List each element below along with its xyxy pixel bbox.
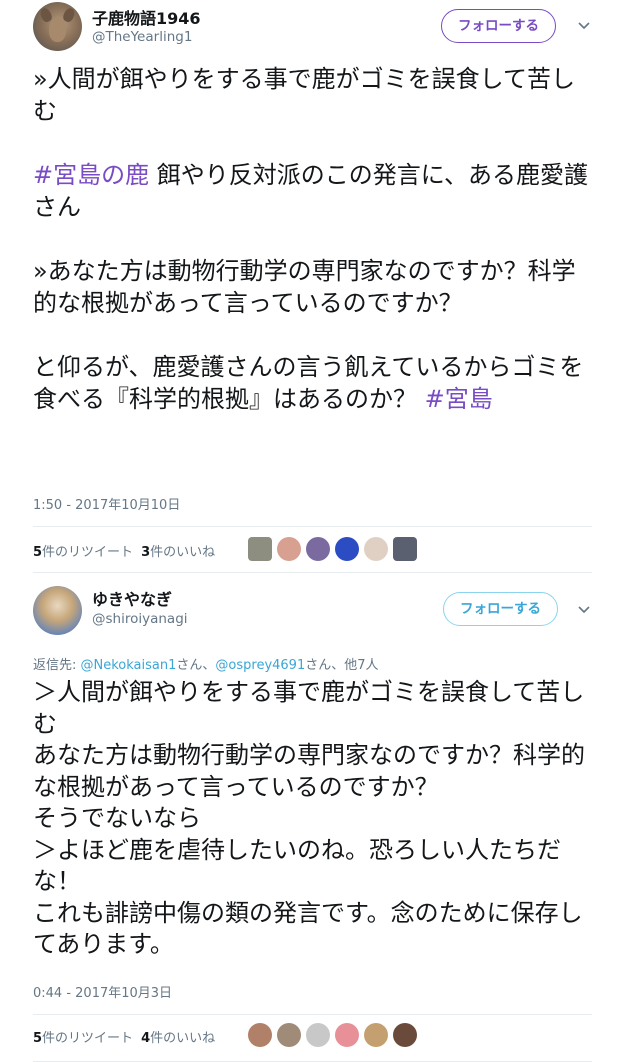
liker-avatar[interactable] xyxy=(277,1023,301,1047)
liker-avatar[interactable] xyxy=(248,1023,272,1047)
liker-avatar[interactable] xyxy=(306,537,330,561)
tweet-text: »人間が餌やりをする事で鹿がゴミを誤食して苦しむ #宮島の鹿 餌やり反対派のこの… xyxy=(33,63,593,415)
retweet-label[interactable]: 件のリツイート xyxy=(42,1031,133,1046)
reply-separator: さん、 xyxy=(176,658,216,673)
divider xyxy=(33,1014,592,1015)
like-count[interactable]: 3 xyxy=(141,545,150,560)
liker-avatar[interactable] xyxy=(248,537,272,561)
liker-avatar[interactable] xyxy=(364,537,388,561)
tweet-text-segment: »人間が餌やりをする事で鹿がゴミを誤食して苦しむ xyxy=(33,65,575,125)
liker-avatar[interactable] xyxy=(335,537,359,561)
avatar-face xyxy=(49,18,66,42)
tweet-stats: 5件のリツイート 4件のいいね xyxy=(33,1027,215,1046)
liker-avatar[interactable] xyxy=(335,1023,359,1047)
tweet-text: ＞人間が餌やりをする事で鹿がゴミを誤食して苦しむ あなた方は動物行動学の専門家な… xyxy=(33,678,585,958)
liker-avatar[interactable] xyxy=(306,1023,330,1047)
display-name[interactable]: 子鹿物語1946 xyxy=(92,5,201,29)
avatar[interactable] xyxy=(33,586,82,635)
like-label[interactable]: 件のいいね xyxy=(150,545,215,560)
chevron-down-icon[interactable] xyxy=(578,20,590,32)
like-label[interactable]: 件のいいね xyxy=(150,1031,215,1046)
liker-avatar[interactable] xyxy=(277,537,301,561)
hashtag-link[interactable]: #宮島 xyxy=(425,385,493,413)
reply-others[interactable]: さん、他7人 xyxy=(305,658,378,673)
avatar[interactable] xyxy=(33,2,82,51)
liker-avatar[interactable] xyxy=(393,537,417,561)
retweet-label[interactable]: 件のリツイート xyxy=(42,545,133,560)
timestamp[interactable]: 1:50 - 2017年10月10日 xyxy=(33,494,180,513)
divider xyxy=(33,526,592,527)
mention-link[interactable]: @Nekokaisan1 xyxy=(81,658,177,673)
reply-context: 返信先: @Nekokaisan1さん、@osprey4691さん、他7人 xyxy=(33,654,379,673)
follow-button[interactable]: フォローする xyxy=(443,592,558,626)
timestamp[interactable]: 0:44 - 2017年10月3日 xyxy=(33,982,172,1001)
mention-link[interactable]: @osprey4691 xyxy=(215,658,305,673)
tweet-text-segment: 餌やり反対派のこの発言に、ある鹿愛護さん »あなた方は動物行動学の専門家なのです… xyxy=(33,161,589,413)
follow-button[interactable]: フォローする xyxy=(441,9,556,43)
user-handle[interactable]: @shiroiyanagi xyxy=(92,611,188,627)
reply-prefix: 返信先: xyxy=(33,658,81,673)
retweet-count[interactable]: 5 xyxy=(33,545,42,560)
display-name[interactable]: ゆきやなぎ xyxy=(92,586,172,610)
like-count[interactable]: 4 xyxy=(141,1031,150,1046)
chevron-down-icon[interactable] xyxy=(578,604,590,616)
hashtag-link[interactable]: #宮島の鹿 xyxy=(33,161,149,189)
divider xyxy=(33,572,592,573)
user-handle[interactable]: @TheYearling1 xyxy=(92,29,192,45)
liker-avatar[interactable] xyxy=(364,1023,388,1047)
retweet-count[interactable]: 5 xyxy=(33,1031,42,1046)
tweet-stats: 5件のリツイート 3件のいいね xyxy=(33,541,215,560)
liker-avatar[interactable] xyxy=(393,1023,417,1047)
